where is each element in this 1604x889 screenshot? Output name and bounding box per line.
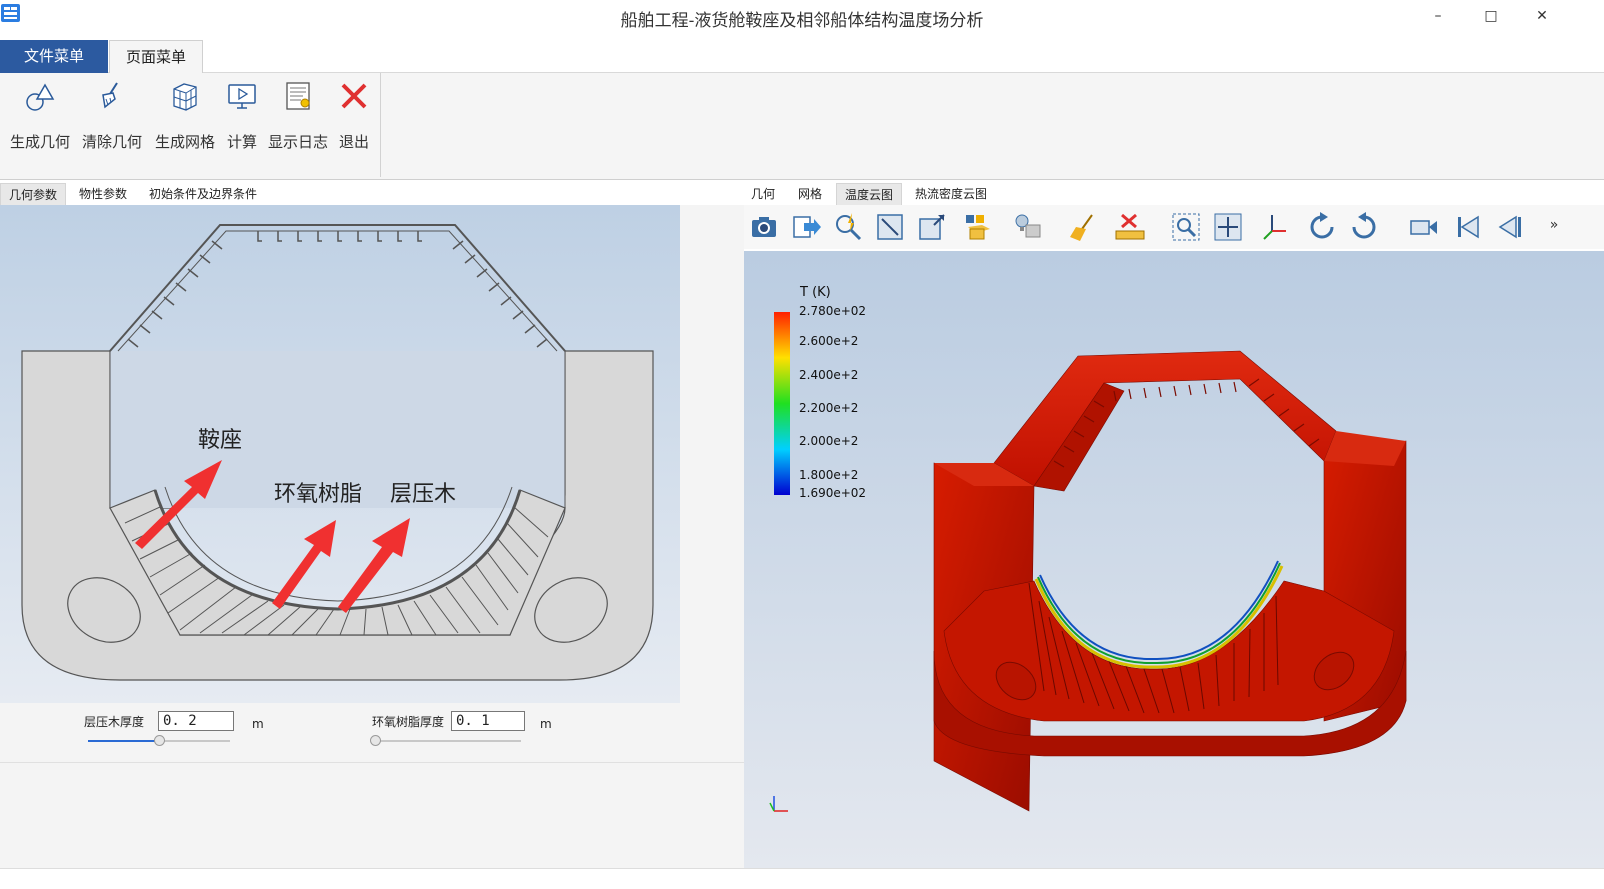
tab-file-menu[interactable]: 文件菜单: [0, 40, 108, 73]
compute-label: 计算: [226, 133, 257, 151]
view-toolbar: »: [744, 205, 1604, 249]
laminated-wood-slider-fill: [88, 740, 159, 742]
show-log-label: 显示日志: [267, 133, 328, 151]
annotation-saddle-text: 鞍座: [198, 428, 242, 453]
exit-label: 退出: [338, 133, 369, 151]
broom-icon: [102, 82, 118, 109]
maximize-button[interactable]: □: [1476, 6, 1506, 26]
probe-icon[interactable]: [832, 211, 864, 243]
tab-heat-flux-contour[interactable]: 热流密度云图: [908, 183, 994, 205]
ribbon-separator: [380, 73, 381, 177]
mesh-cube-icon: [173, 83, 197, 111]
laminated-wood-thickness-input[interactable]: 0. 2: [158, 711, 234, 731]
show-log-button[interactable]: 显示日志: [265, 73, 331, 173]
tab-page-menu[interactable]: 页面菜单: [109, 40, 203, 73]
annotation-epoxy-text: 环氧树脂: [274, 482, 362, 507]
annotation-laminated-wood-text: 层压木: [390, 482, 456, 507]
epoxy-slider-thumb[interactable]: [370, 735, 381, 746]
epoxy-unit: m: [540, 717, 552, 731]
rotate-cw-icon[interactable]: [1306, 211, 1338, 243]
clear-geometry-label: 清除几何: [81, 133, 142, 151]
geometry-schematic: 鞍座 环氧树脂 层压木: [0, 205, 680, 703]
3d-viewport[interactable]: T (K) 2.780e+02 2.600e+2 2.400e+2 2.200e…: [744, 251, 1604, 869]
tab-geometry-params[interactable]: 几何参数: [0, 183, 66, 205]
laminated-wood-slider-thumb[interactable]: [154, 735, 165, 746]
prev-frame-icon[interactable]: [1494, 211, 1526, 243]
export-icon[interactable]: [790, 211, 822, 243]
minimize-button[interactable]: –: [1423, 6, 1453, 26]
geometry-parameters-panel: 鞍座 环氧树脂 层压木 层压木厚度 0. 2 m 环氧树脂厚度 0. 1 m: [0, 205, 744, 869]
box-icon[interactable]: [916, 211, 948, 243]
right-panel-tabs: 几何 网格 温度云图 热流密度云图: [744, 183, 1604, 205]
zoom-box-icon[interactable]: [1170, 211, 1202, 243]
fit-icon[interactable]: [874, 211, 906, 243]
camera-icon[interactable]: [748, 211, 780, 243]
epoxy-thickness-label: 环氧树脂厚度: [372, 715, 445, 729]
axes-icon[interactable]: [1260, 211, 1292, 243]
tab-initial-boundary-conditions[interactable]: 初始条件及边界条件: [140, 183, 266, 205]
exit-button[interactable]: 退出: [334, 73, 374, 173]
laminated-wood-slider[interactable]: [88, 735, 230, 746]
more-icon[interactable]: »: [1544, 217, 1564, 249]
laminated-wood-thickness-label: 层压木厚度: [84, 715, 145, 729]
title-bar: 船舶工程-液货舱鞍座及相邻船体结构温度场分析 – □ ✕: [0, 0, 1604, 36]
panel-divider: [0, 762, 744, 763]
monitor-play-icon: [228, 84, 256, 109]
generate-mesh-label: 生成网格: [154, 133, 215, 151]
tab-geometry-view[interactable]: 几何: [744, 183, 782, 205]
tab-temperature-contour[interactable]: 温度云图: [836, 183, 902, 205]
log-icon: [286, 82, 310, 110]
first-frame-icon[interactable]: [1452, 211, 1484, 243]
compute-button[interactable]: 计算: [222, 73, 262, 173]
saddle-schematic-drawing: 鞍座 环氧树脂 层压木: [21, 224, 654, 681]
ribbon-toolbar: 生成几何 清除几何 生成网格 计算 显示日志 退出: [0, 73, 1604, 180]
window-title: 船舶工程-液货舱鞍座及相邻船体结构温度场分析: [620, 11, 984, 31]
rotate-ccw-icon[interactable]: [1348, 211, 1380, 243]
clear-geometry-button[interactable]: 清除几何: [78, 73, 146, 173]
generate-geometry-label: 生成几何: [9, 133, 70, 151]
tab-mesh-view[interactable]: 网格: [788, 183, 832, 205]
laminated-wood-unit: m: [252, 717, 264, 731]
epoxy-thickness-input[interactable]: 0. 1: [451, 711, 525, 731]
light-icon[interactable]: [1012, 211, 1044, 243]
close-button[interactable]: ✕: [1527, 6, 1557, 26]
visualization-panel: » T (K) 2.780e+02 2.600e+2 2.400e+2 2.20…: [744, 205, 1604, 869]
geometry-icon: [26, 83, 55, 111]
color-by-icon[interactable]: [962, 211, 994, 243]
record-icon[interactable]: [1408, 211, 1440, 243]
status-bar: [0, 868, 1604, 889]
red-x-icon: [341, 83, 367, 109]
reset-view-icon[interactable]: [1212, 211, 1244, 243]
orientation-axes-icon: [769, 796, 788, 812]
broom-icon[interactable]: [1066, 211, 1098, 243]
left-panel-tabs: 几何参数 物性参数 初始条件及边界条件: [0, 183, 744, 205]
generate-mesh-button[interactable]: 生成网格: [150, 73, 220, 173]
epoxy-slider[interactable]: [370, 735, 521, 746]
temperature-model-render: [769, 350, 1407, 812]
ruler-icon[interactable]: [1114, 211, 1146, 243]
generate-geometry-button[interactable]: 生成几何: [6, 73, 74, 173]
tab-material-params[interactable]: 物性参数: [70, 183, 136, 205]
menu-tabs: 文件菜单 页面菜单: [0, 40, 1604, 73]
